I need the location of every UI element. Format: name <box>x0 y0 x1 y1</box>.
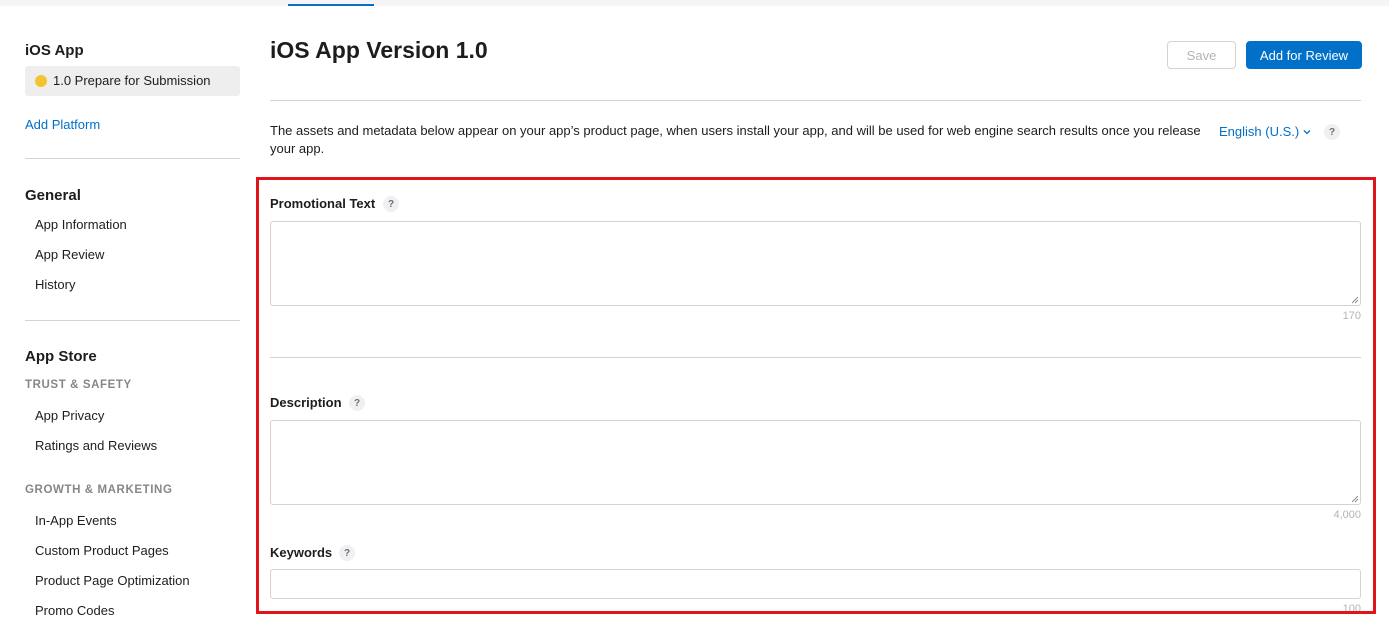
description-char-count: 4,000 <box>1333 509 1361 521</box>
promotional-text-help-icon[interactable]: ? <box>383 196 399 212</box>
resize-handle-icon[interactable] <box>1350 494 1359 503</box>
intro-text: The assets and metadata below appear on … <box>270 123 1201 156</box>
sidebar-divider <box>25 158 240 159</box>
sidebar-divider <box>25 320 240 321</box>
language-selector[interactable]: English (U.S.) <box>1219 124 1311 139</box>
sidebar-item-version-label: 1.0 Prepare for Submission <box>53 73 211 88</box>
sidebar-app-store-title: App Store <box>25 348 97 365</box>
promotional-text-input[interactable] <box>270 221 1361 306</box>
status-dot-icon <box>35 75 47 87</box>
page-title: iOS App Version 1.0 <box>270 37 488 63</box>
sidebar-item-history[interactable]: History <box>35 277 75 292</box>
resize-handle-icon[interactable] <box>1350 295 1359 304</box>
sidebar-item-promo-codes[interactable]: Promo Codes <box>35 603 114 618</box>
sidebar-platform-title: iOS App <box>25 42 84 59</box>
sidebar-item-ratings-reviews[interactable]: Ratings and Reviews <box>35 438 157 453</box>
keywords-input[interactable] <box>270 569 1361 599</box>
keywords-help-icon[interactable]: ? <box>339 545 355 561</box>
sidebar-item-custom-product-pages[interactable]: Custom Product Pages <box>35 543 169 558</box>
sidebar-item-app-information[interactable]: App Information <box>35 217 127 232</box>
sidebar-item-app-privacy[interactable]: App Privacy <box>35 408 104 423</box>
language-help-icon[interactable]: ? <box>1324 124 1340 140</box>
keywords-label: Keywords <box>270 545 333 560</box>
sidebar: iOS App 1.0 Prepare for Submission Add P… <box>25 0 240 623</box>
sidebar-item-product-page-optimization[interactable]: Product Page Optimization <box>35 573 190 588</box>
language-selector-label: English (U.S.) <box>1219 124 1300 139</box>
sidebar-category-trust-safety: TRUST & SAFETY <box>25 379 132 391</box>
sidebar-item-app-review[interactable]: App Review <box>35 247 104 262</box>
keywords-char-count: 100 <box>1342 603 1361 615</box>
add-for-review-button[interactable]: Add for Review <box>1246 41 1362 69</box>
chevron-down-icon <box>1303 129 1311 134</box>
promotional-text-label: Promotional Text <box>270 196 376 211</box>
description-help-icon[interactable]: ? <box>349 395 365 411</box>
add-platform-link[interactable]: Add Platform <box>25 117 100 132</box>
sidebar-general-title: General <box>25 187 81 204</box>
save-button[interactable]: Save <box>1167 41 1236 69</box>
sidebar-item-in-app-events[interactable]: In-App Events <box>35 513 117 528</box>
promotional-text-char-count: 170 <box>1342 310 1361 322</box>
description-input[interactable] <box>270 420 1361 505</box>
section-divider <box>270 357 1361 358</box>
description-label: Description <box>270 395 342 410</box>
sidebar-item-version[interactable]: 1.0 Prepare for Submission <box>25 66 240 96</box>
active-tab-indicator <box>288 4 374 6</box>
sidebar-category-growth-marketing: GROWTH & MARKETING <box>25 484 173 496</box>
header-divider <box>270 100 1361 101</box>
